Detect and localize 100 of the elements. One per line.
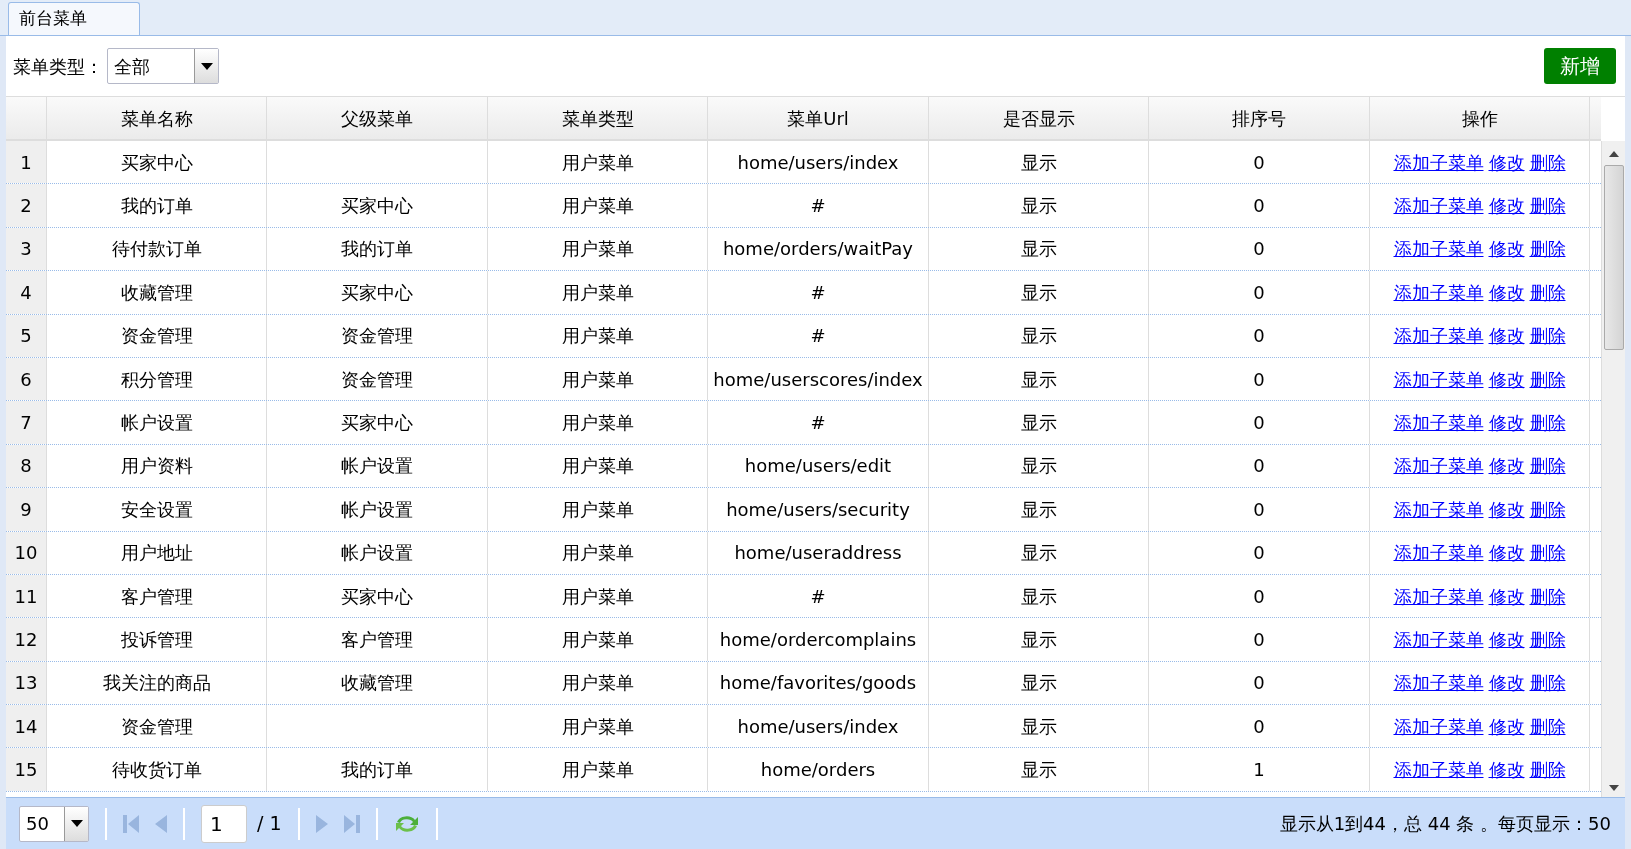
table-cell-text: 显示	[1020, 714, 1057, 739]
action-link[interactable]: 添加子菜单	[1393, 495, 1484, 523]
table-cell-text: 0	[1253, 628, 1265, 652]
row-number: 13	[14, 671, 38, 696]
first-page-icon[interactable]	[123, 814, 139, 833]
action-link[interactable]: 修改	[1488, 365, 1525, 393]
row-number: 6	[20, 367, 32, 392]
table-cell-text: 显示	[1020, 150, 1057, 175]
table-cell-text: 显示	[1020, 324, 1057, 349]
column-header[interactable]: 父级菜单	[341, 104, 413, 132]
table-cell-text: home/users/edit	[744, 454, 892, 479]
previous-page-icon[interactable]	[155, 814, 167, 833]
scroll-up-icon[interactable]	[1608, 151, 1619, 157]
action-link[interactable]: 修改	[1488, 322, 1525, 350]
row-number: 3	[20, 237, 32, 262]
table-cell-text: home/orders/waitPay	[722, 237, 914, 262]
action-link[interactable]: 添加子菜单	[1393, 365, 1484, 393]
table-cell-text: 资金管理	[120, 324, 193, 349]
action-link[interactable]: 添加子菜单	[1393, 669, 1484, 697]
action-link[interactable]: 添加子菜单	[1393, 148, 1484, 176]
action-link[interactable]: 删除	[1529, 452, 1566, 480]
column-header[interactable]: 菜单名称	[120, 104, 193, 132]
column-header[interactable]: 排序号	[1232, 104, 1286, 132]
table-cell-text: 0	[1253, 280, 1265, 305]
table-cell-text: 用户菜单	[561, 237, 634, 262]
action-link[interactable]: 修改	[1488, 192, 1525, 220]
action-link[interactable]: 修改	[1488, 495, 1525, 523]
table-cell-text: 帐户设置	[341, 541, 413, 566]
table-cell-text: 用户地址	[120, 541, 193, 566]
row-number: 8	[20, 454, 32, 479]
action-link[interactable]: 添加子菜单	[1393, 756, 1484, 784]
table-cell-text: 0	[1253, 194, 1265, 219]
action-link[interactable]: 删除	[1529, 322, 1566, 350]
table-cell-text: 显示	[1020, 628, 1057, 652]
action-link[interactable]: 添加子菜单	[1393, 626, 1484, 653]
table-cell-text: 用户菜单	[561, 411, 634, 436]
scroll-down-icon[interactable]	[1608, 785, 1619, 791]
action-link[interactable]: 修改	[1488, 409, 1525, 437]
action-link[interactable]: 修改	[1488, 669, 1525, 697]
type-dropdown[interactable]: 全部	[107, 48, 219, 84]
action-link[interactable]: 删除	[1529, 712, 1566, 740]
pagination-summary: 显示从1到44，总 44 条 。每页显示：50	[1279, 812, 1611, 836]
action-link[interactable]: 修改	[1488, 539, 1525, 567]
action-link[interactable]: 删除	[1529, 278, 1566, 306]
action-link[interactable]: 添加子菜单	[1393, 322, 1484, 350]
menu-tab[interactable]: 前台菜单	[8, 2, 140, 35]
last-page-icon[interactable]	[343, 814, 360, 833]
action-link[interactable]: 修改	[1488, 756, 1525, 784]
action-link[interactable]: 添加子菜单	[1393, 192, 1484, 220]
column-header[interactable]: 操作	[1461, 104, 1498, 132]
table-cell-text: 显示	[1020, 194, 1057, 219]
action-link[interactable]: 修改	[1488, 626, 1525, 653]
action-link[interactable]: 删除	[1529, 365, 1566, 393]
column-header[interactable]: 菜单Url	[787, 104, 849, 132]
vertical-scrollbar[interactable]	[1601, 141, 1625, 797]
action-link[interactable]: 删除	[1529, 235, 1566, 263]
action-link[interactable]: 添加子菜单	[1393, 582, 1484, 610]
action-link[interactable]: 修改	[1488, 278, 1525, 306]
table-cell-text: 显示	[1020, 454, 1057, 479]
column-header[interactable]: 是否显示	[1002, 104, 1075, 132]
action-link[interactable]: 添加子菜单	[1393, 539, 1484, 567]
action-link[interactable]: 删除	[1529, 409, 1566, 437]
table-cell-text: 显示	[1020, 237, 1057, 262]
table-cell-text: 客户管理	[120, 584, 193, 609]
action-link[interactable]: 添加子菜单	[1393, 278, 1484, 306]
action-link[interactable]: 修改	[1488, 235, 1525, 263]
column-header[interactable]: 菜单类型	[561, 104, 634, 132]
action-link[interactable]: 删除	[1529, 495, 1566, 523]
action-link[interactable]: 添加子菜单	[1393, 452, 1484, 480]
action-link[interactable]: 删除	[1529, 626, 1566, 653]
action-link[interactable]: 删除	[1529, 756, 1566, 784]
table-cell-text: 积分管理	[120, 367, 193, 392]
table-cell-text: 0	[1253, 584, 1265, 609]
table-cell-text: home/ordercomplains	[719, 628, 917, 652]
action-link[interactable]: 删除	[1529, 669, 1566, 697]
page-size-dropdown[interactable]: 50	[19, 805, 89, 842]
action-link[interactable]: 添加子菜单	[1393, 409, 1484, 437]
scrollbar-thumb[interactable]	[1603, 165, 1624, 350]
table-cell-text: 0	[1253, 541, 1265, 566]
action-link[interactable]: 修改	[1488, 148, 1525, 176]
table-cell-text: 用户菜单	[561, 628, 634, 652]
page-number-field[interactable]: 1	[201, 804, 247, 843]
table-cell-text: 用户菜单	[561, 758, 634, 783]
action-link[interactable]: 添加子菜单	[1393, 235, 1484, 263]
action-link[interactable]: 修改	[1488, 452, 1525, 480]
table-cell-text: 0	[1253, 324, 1265, 349]
table-cell-text: 0	[1253, 671, 1265, 696]
action-link[interactable]: 删除	[1529, 582, 1566, 610]
add-button[interactable]: 新增	[1544, 48, 1616, 84]
table-cell-text: 用户菜单	[561, 150, 634, 175]
action-link[interactable]: 删除	[1529, 192, 1566, 220]
table-cell-text: 0	[1253, 411, 1265, 436]
action-link[interactable]: 修改	[1488, 582, 1525, 610]
action-link[interactable]: 添加子菜单	[1393, 712, 1484, 740]
action-link[interactable]: 修改	[1488, 712, 1525, 740]
row-number: 9	[20, 497, 32, 522]
next-page-icon[interactable]	[315, 814, 328, 833]
action-link[interactable]: 删除	[1529, 148, 1566, 176]
table-cell-text: 0	[1253, 497, 1265, 522]
action-link[interactable]: 删除	[1529, 539, 1566, 567]
